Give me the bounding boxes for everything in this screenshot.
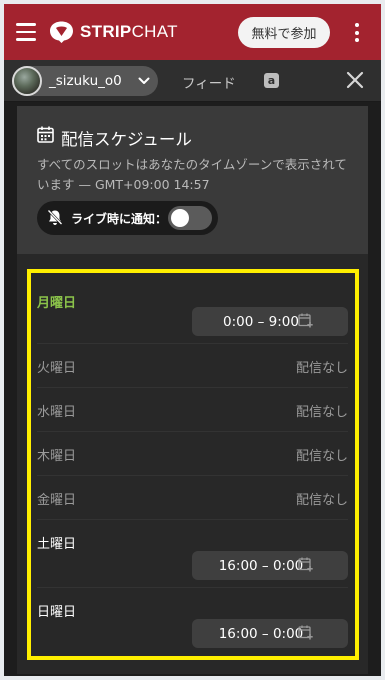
username: _sizuku_o0 <box>49 73 122 89</box>
time-slot[interactable]: 16:00 – 0:00 <box>192 551 348 580</box>
logo-text-light: CHAT <box>131 22 178 41</box>
logo-text: STRIP CHAT <box>80 22 178 42</box>
live-notify-control: ライブ時に通知： <box>37 201 218 235</box>
slot-time: 16:00 – 0:00 <box>218 557 304 574</box>
no-stream-label: 配信なし <box>295 449 348 464</box>
avatar <box>12 66 42 96</box>
more-options-icon[interactable] <box>353 23 361 43</box>
bell-off-icon <box>47 209 63 225</box>
day-name: 水曜日 <box>37 405 77 420</box>
day-row-sunday: 日曜日 16:00 – 0:00 <box>37 588 348 658</box>
timezone-note: すべてのスロットはあなたのタイムゾーンで表示されています — GMT+09:00… <box>37 157 347 192</box>
stripchat-logo[interactable]: STRIP CHAT <box>49 20 178 44</box>
join-free-button[interactable]: 無料で参加 <box>238 17 330 48</box>
logo-text-strong: STRIP <box>80 22 132 41</box>
chevron-down-icon <box>138 77 150 84</box>
day-row-friday: 金曜日 配信なし <box>37 476 348 520</box>
day-row-saturday: 土曜日 16:00 – 0:00 <box>37 520 348 588</box>
time-slot[interactable]: 0:00 – 9:00 <box>192 307 348 336</box>
amazon-icon[interactable]: a <box>264 73 279 88</box>
time-slot[interactable]: 16:00 – 0:00 <box>192 619 348 648</box>
calendar-add-icon[interactable] <box>298 557 313 572</box>
schedule-title: 配信スケジュール <box>61 130 192 149</box>
day-name: 火曜日 <box>37 361 77 376</box>
calendar-add-icon[interactable] <box>298 625 313 640</box>
model-selector[interactable]: _sizuku_o0 <box>12 66 158 96</box>
slot-time: 16:00 – 0:00 <box>218 625 304 642</box>
day-name: 土曜日 <box>37 537 77 552</box>
logo-icon <box>50 21 73 43</box>
day-row-tuesday: 火曜日 配信なし <box>37 344 348 388</box>
day-row-monday: 月曜日 0:00 – 9:00 <box>37 284 348 344</box>
day-name: 日曜日 <box>37 605 77 620</box>
no-stream-label: 配信なし <box>295 493 348 508</box>
app-frame: STRIP CHAT 無料で参加 _sizuku_o0 フィード a 配信スケジ… <box>4 4 381 676</box>
calendar-icon <box>37 126 54 143</box>
notify-label: ライブ時に通知： <box>71 212 168 226</box>
slot-time: 0:00 – 9:00 <box>223 313 299 330</box>
top-bar: STRIP CHAT 無料で参加 <box>4 4 381 60</box>
no-stream-label: 配信なし <box>295 361 348 376</box>
sub-bar: _sizuku_o0 フィード a <box>4 60 381 102</box>
day-row-thursday: 木曜日 配信なし <box>37 432 348 476</box>
day-name: 木曜日 <box>37 449 77 464</box>
day-name: 月曜日 <box>37 296 77 311</box>
notify-toggle[interactable] <box>168 206 212 230</box>
schedule-panel: 配信スケジュール すべてのスロットはあなたのタイムゾーンで表示されています — … <box>17 106 368 674</box>
no-stream-label: 配信なし <box>295 405 348 420</box>
schedule-header: 配信スケジュール すべてのスロットはあなたのタイムゾーンで表示されています — … <box>17 106 368 254</box>
menu-icon[interactable] <box>16 23 36 41</box>
day-name: 金曜日 <box>37 493 77 508</box>
toggle-knob <box>171 209 189 227</box>
tab-feed[interactable]: フィード <box>182 72 236 92</box>
calendar-add-icon[interactable] <box>298 313 313 328</box>
close-icon[interactable] <box>345 70 365 90</box>
day-row-wednesday: 水曜日 配信なし <box>37 388 348 432</box>
